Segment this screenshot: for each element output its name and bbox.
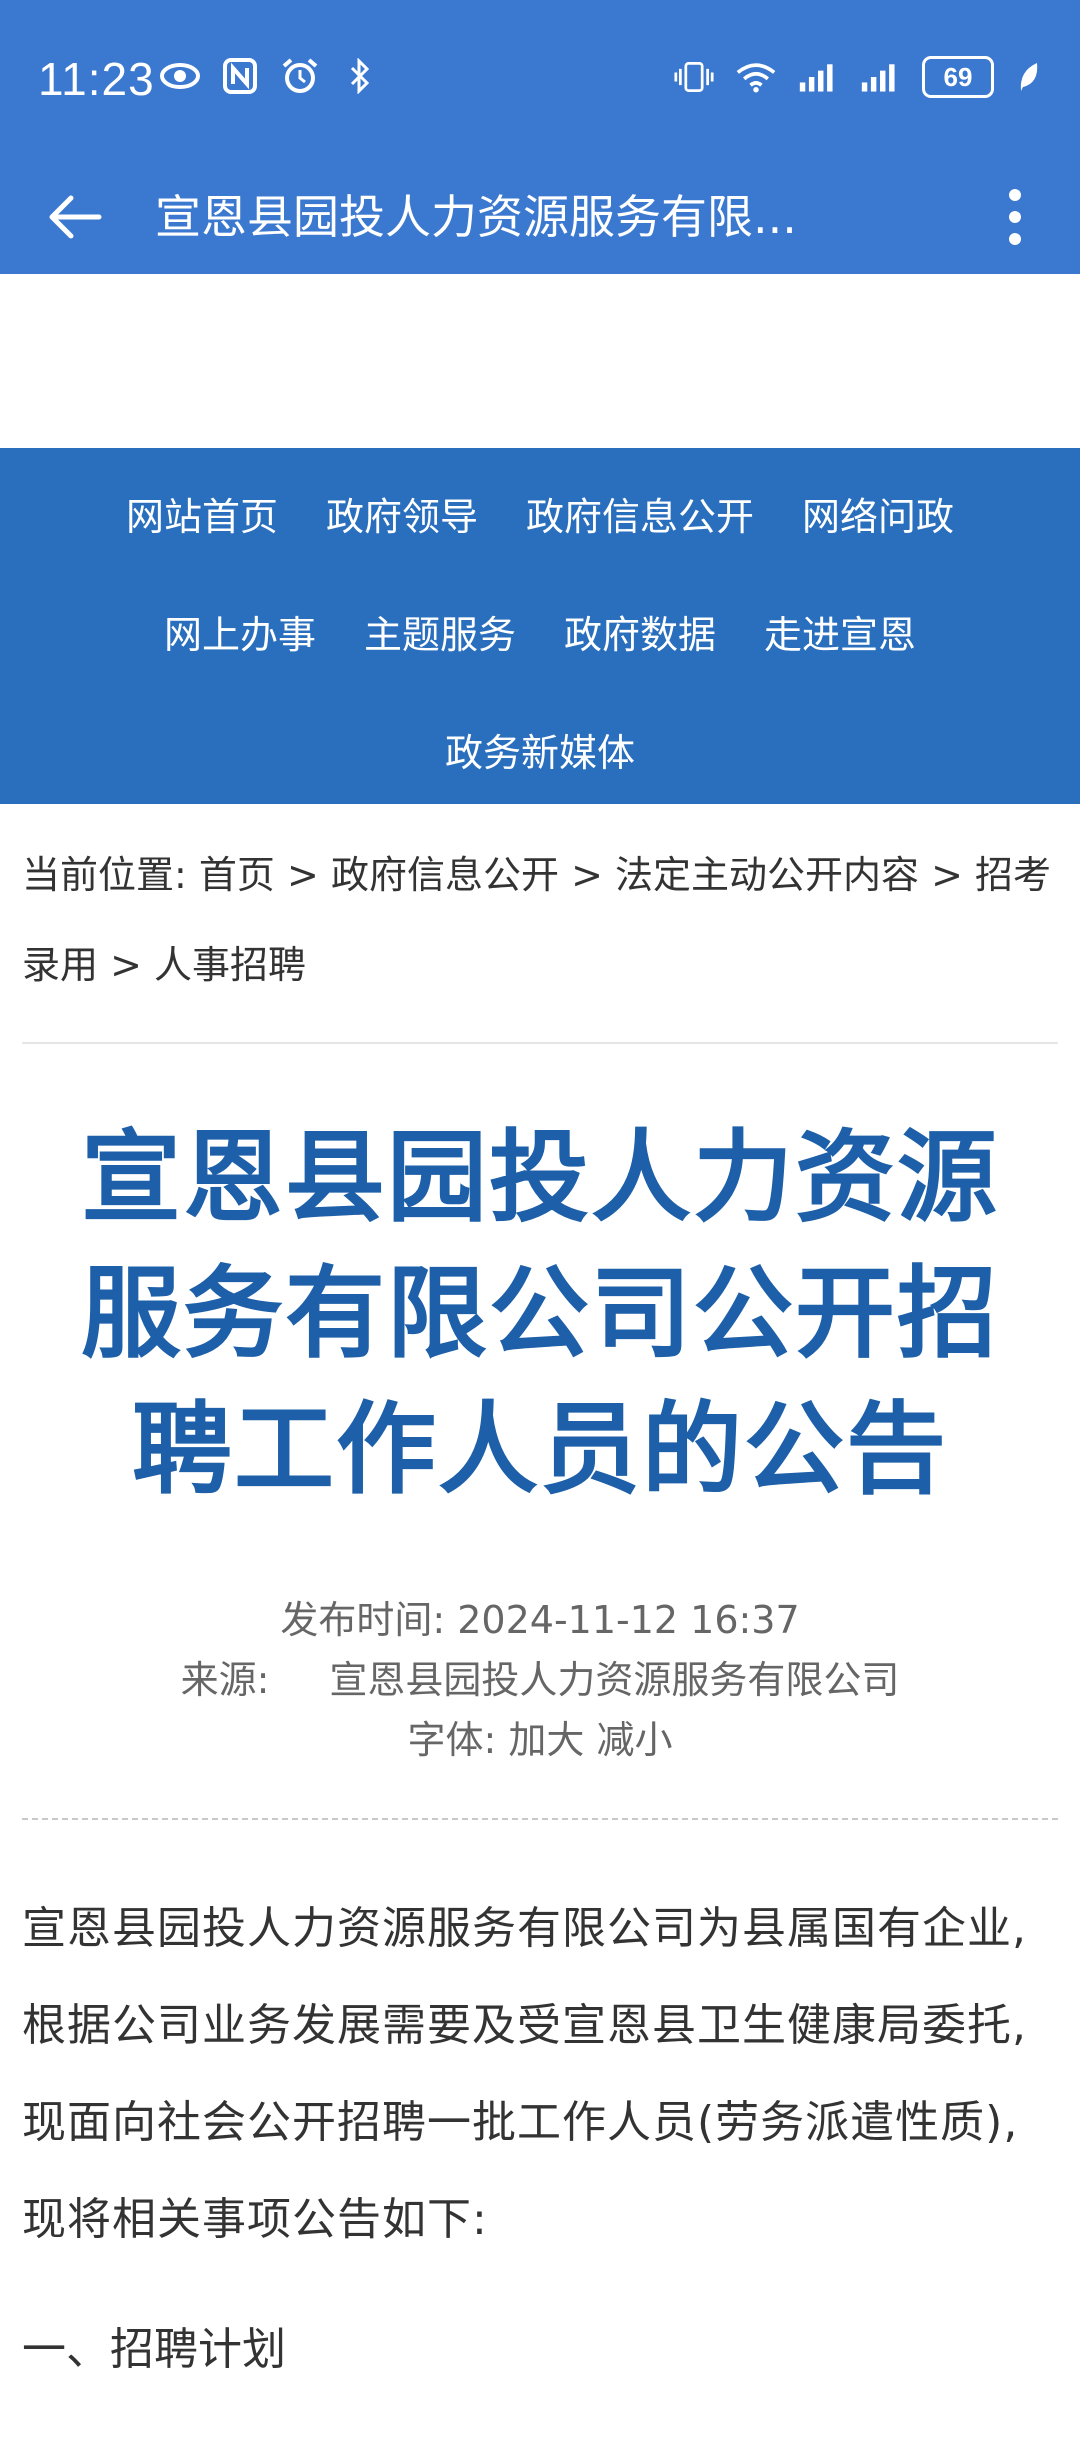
breadcrumb-prefix: 当前位置: bbox=[22, 853, 187, 897]
nav-item-leaders[interactable]: 政府领导 bbox=[326, 486, 478, 541]
divider bbox=[22, 1042, 1058, 1044]
article-paragraph: 宣恩县园投人力资源服务有限公司为县属国有企业,根据公司业务发展需要及受宣恩县卫生… bbox=[22, 1903, 1027, 2245]
status-bar: 11:23 69 bbox=[0, 0, 1080, 160]
breadcrumb-home[interactable]: 首页 bbox=[199, 853, 275, 897]
nav-row: 网站首页 政府领导 政府信息公开 网络问政 bbox=[0, 454, 1080, 572]
nav-item-gov-data[interactable]: 政府数据 bbox=[564, 604, 716, 659]
nav-item-online-inquiry[interactable]: 网络问政 bbox=[802, 486, 954, 541]
nfc-icon bbox=[220, 56, 260, 96]
breadcrumb-separator: > bbox=[931, 853, 963, 897]
site-nav: 网站首页 政府领导 政府信息公开 网络问政 网上办事 主题服务 政府数据 走进宣… bbox=[0, 448, 1080, 804]
breadcrumb-hr-recruitment[interactable]: 人事招聘 bbox=[154, 943, 306, 987]
article-title: 宣恩县园投人力资源服务有限公司公开招聘工作人员的公告 bbox=[81, 1119, 999, 1508]
font-smaller-button[interactable]: 减小 bbox=[597, 1718, 673, 1762]
breadcrumb: 当前位置: 首页 > 政府信息公开 > 法定主动公开内容 > 招考录用 > 人事… bbox=[22, 830, 1062, 1010]
app-bar: 宣恩县园投人力资源服务有限... bbox=[0, 160, 1080, 274]
status-time: 11:23 bbox=[38, 53, 155, 105]
dashed-divider bbox=[22, 1818, 1058, 1820]
battery-icon: 69 bbox=[922, 56, 994, 98]
nav-item-new-media[interactable]: 政务新媒体 bbox=[445, 722, 635, 777]
alarm-icon bbox=[280, 56, 320, 96]
font-size-controls: 字体: 加大 减小 bbox=[0, 1710, 1080, 1770]
font-label: 字体: bbox=[407, 1718, 497, 1762]
app-bar-title: 宣恩县园投人力资源服务有限... bbox=[155, 190, 797, 244]
signal-icon bbox=[860, 57, 900, 97]
breadcrumb-separator: > bbox=[287, 853, 319, 897]
breadcrumb-info-disclosure[interactable]: 政府信息公开 bbox=[331, 853, 559, 897]
eye-icon bbox=[160, 56, 200, 96]
more-vert-icon[interactable] bbox=[990, 182, 1040, 252]
nav-item-theme-services[interactable]: 主题服务 bbox=[364, 604, 516, 659]
publish-row: 发布时间: 2024-11-12 16:37 bbox=[0, 1590, 1080, 1650]
section-heading: 一、招聘计划 bbox=[22, 2324, 286, 2375]
breadcrumb-separator: > bbox=[571, 853, 603, 897]
nav-row: 网上办事 主题服务 政府数据 走进宣恩 bbox=[0, 572, 1080, 690]
banner-space bbox=[0, 274, 1080, 448]
signal-icon bbox=[798, 57, 838, 97]
nav-item-about-xuanen[interactable]: 走进宣恩 bbox=[764, 604, 916, 659]
font-larger-button[interactable]: 加大 bbox=[508, 1718, 584, 1762]
source-label: 来源: bbox=[180, 1658, 270, 1702]
publish-time: 2024-11-12 16:37 bbox=[457, 1598, 800, 1642]
wifi-icon bbox=[736, 57, 776, 97]
source-row: 来源: 宣恩县园投人力资源服务有限公司 bbox=[0, 1650, 1080, 1710]
nav-item-online-services[interactable]: 网上办事 bbox=[164, 604, 316, 659]
source-value: 宣恩县园投人力资源服务有限公司 bbox=[329, 1658, 900, 1702]
publish-label: 发布时间: bbox=[280, 1598, 446, 1642]
breadcrumb-statutory-disclosure[interactable]: 法定主动公开内容 bbox=[615, 853, 919, 897]
nav-item-home[interactable]: 网站首页 bbox=[126, 486, 278, 541]
breadcrumb-separator: > bbox=[110, 943, 142, 987]
bluetooth-icon bbox=[340, 56, 380, 96]
nav-row: 政务新媒体 bbox=[0, 690, 1080, 808]
status-right-icons: 69 bbox=[674, 56, 1040, 98]
status-left-icons bbox=[160, 56, 380, 96]
arrow-back-icon[interactable] bbox=[40, 182, 110, 252]
vibrate-icon bbox=[674, 57, 714, 97]
nav-item-info-disclosure[interactable]: 政府信息公开 bbox=[526, 486, 754, 541]
article-meta: 发布时间: 2024-11-12 16:37 来源: 宣恩县园投人力资源服务有限… bbox=[0, 1590, 1080, 1770]
leaf-icon bbox=[1016, 57, 1040, 97]
battery-level: 69 bbox=[943, 61, 973, 92]
